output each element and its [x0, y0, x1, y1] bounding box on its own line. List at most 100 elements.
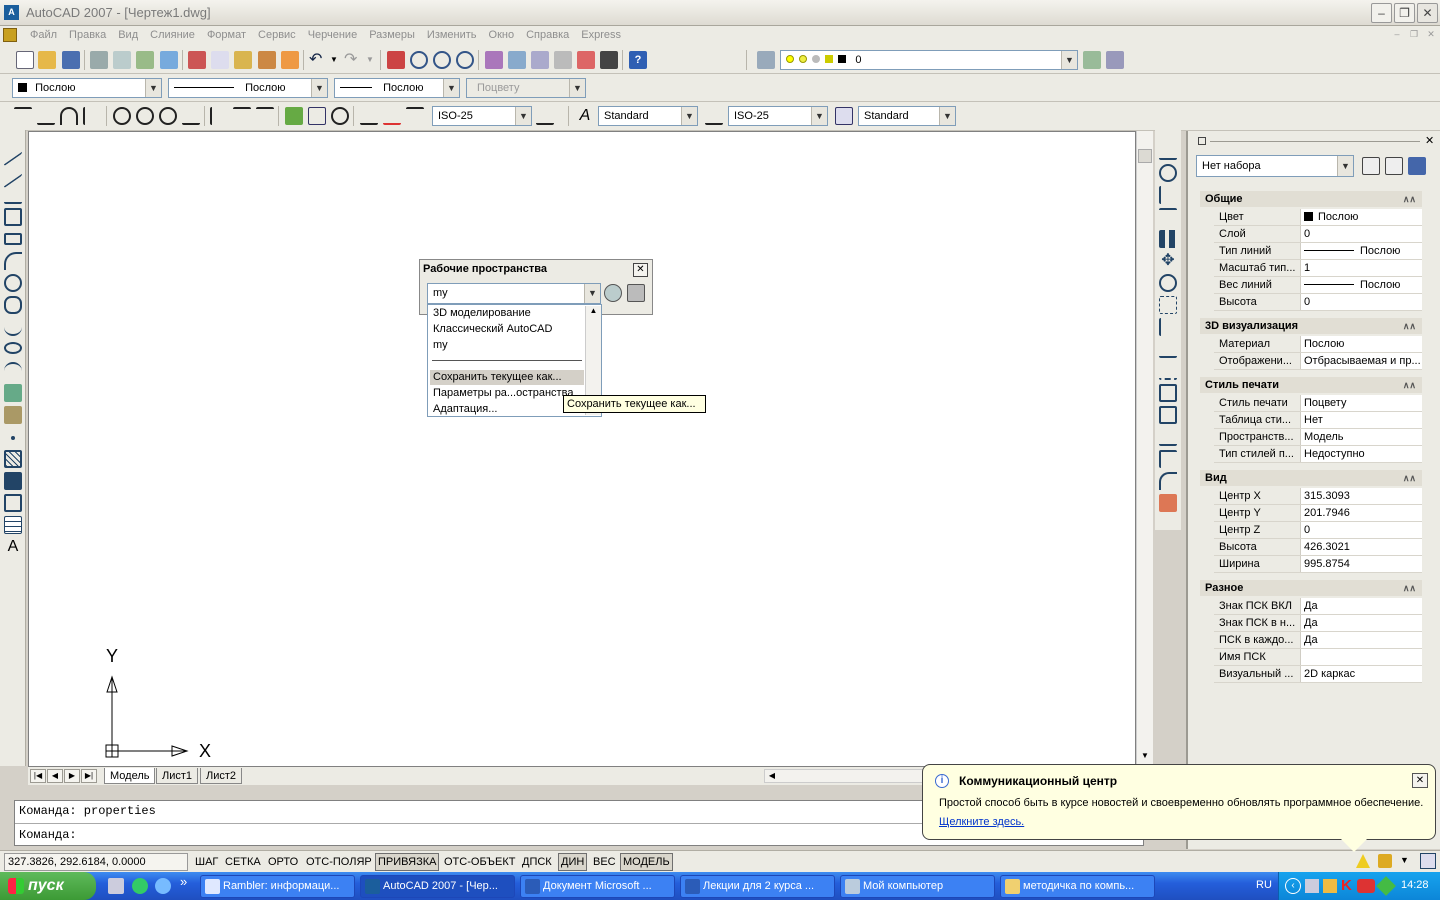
- extend-icon[interactable]: [1159, 362, 1177, 380]
- menu-draw[interactable]: Черчение: [302, 29, 364, 41]
- property-value[interactable]: Да: [1300, 632, 1422, 648]
- my-workspace-icon[interactable]: [627, 284, 645, 302]
- property-row[interactable]: Цвет Послою: [1214, 209, 1422, 226]
- property-row[interactable]: Знак ПСК в н... Да: [1214, 615, 1422, 632]
- quicklaunch-icon[interactable]: [132, 878, 148, 894]
- angular-dim-icon[interactable]: [182, 107, 200, 125]
- dimedit-icon[interactable]: [360, 107, 378, 125]
- insert-block-icon[interactable]: [4, 384, 22, 402]
- 3d-dwf-icon[interactable]: [160, 51, 178, 69]
- tab-model[interactable]: Модель: [104, 768, 156, 784]
- collapse-icon[interactable]: ∧∧: [1403, 580, 1416, 596]
- mirror-icon[interactable]: [1159, 186, 1177, 204]
- section-header[interactable]: Вид ∧∧: [1200, 470, 1422, 486]
- collapse-icon[interactable]: ∧∧: [1403, 470, 1416, 486]
- task-word-document[interactable]: Документ Microsoft ...: [520, 875, 675, 898]
- scroll-down-icon[interactable]: ▼: [1138, 751, 1152, 765]
- property-row[interactable]: Визуальный ... 2D каркас: [1214, 666, 1422, 683]
- trim-icon[interactable]: [1159, 340, 1177, 358]
- linear-dim-icon[interactable]: [14, 107, 32, 125]
- property-row[interactable]: Стиль печати Поцвету: [1214, 395, 1422, 412]
- dyn-toggle[interactable]: ДИН: [558, 853, 588, 871]
- save-icon[interactable]: [62, 51, 80, 69]
- gradient-icon[interactable]: [4, 472, 22, 490]
- property-value[interactable]: Отбрасываемая и пр...: [1300, 353, 1422, 369]
- property-value[interactable]: 426.3021: [1300, 539, 1422, 555]
- vertical-scrollbar[interactable]: ▼: [1136, 131, 1153, 767]
- menu-format[interactable]: Формат: [201, 29, 252, 41]
- chevron-down-icon[interactable]: ▼: [1061, 51, 1077, 69]
- layer-combo[interactable]: 0 ▼: [780, 50, 1078, 70]
- ordinate-dim-icon[interactable]: [83, 107, 101, 125]
- aligned-dim-icon[interactable]: [37, 107, 55, 125]
- toggle-pickadd-icon[interactable]: [1362, 157, 1380, 175]
- make-block-icon[interactable]: [4, 406, 22, 424]
- revision-cloud-icon[interactable]: [4, 296, 22, 314]
- selection-combo[interactable]: Нет набора ▼: [1196, 155, 1354, 177]
- minimize-button[interactable]: –: [1371, 3, 1392, 23]
- undo-icon[interactable]: ↶: [309, 51, 327, 69]
- polar-toggle[interactable]: ОТС-ПОЛЯР: [303, 853, 375, 871]
- property-value[interactable]: Послою: [1300, 209, 1422, 225]
- pan-icon[interactable]: [387, 51, 405, 69]
- design-center-icon[interactable]: [508, 51, 526, 69]
- redo-icon[interactable]: ↷: [344, 51, 362, 69]
- property-row[interactable]: Вес линий Послою: [1214, 277, 1422, 294]
- textstyle-combo[interactable]: Standard ▼: [598, 106, 698, 126]
- layer-manager-icon[interactable]: [757, 51, 775, 69]
- join-icon[interactable]: [1159, 428, 1177, 446]
- property-value[interactable]: Послою: [1300, 243, 1422, 259]
- ie-icon[interactable]: [155, 878, 171, 894]
- collapse-icon[interactable]: ∧∧: [1403, 318, 1416, 334]
- chevron-down-icon[interactable]: ▼: [145, 79, 161, 97]
- list-item[interactable]: 3D моделирование: [433, 306, 585, 321]
- offset-icon[interactable]: [1159, 208, 1177, 226]
- property-value[interactable]: Да: [1300, 598, 1422, 614]
- grid-toggle[interactable]: СЕТКА: [222, 853, 264, 871]
- lineweight-combo[interactable]: Послою ▼: [334, 78, 460, 98]
- dim-style-icon[interactable]: [705, 107, 723, 125]
- model-toggle[interactable]: МОДЕЛЬ: [620, 853, 673, 871]
- autocad-app-icon[interactable]: A: [4, 5, 19, 20]
- chevron-down-icon[interactable]: ▼: [443, 79, 459, 97]
- match-properties-icon[interactable]: [258, 51, 276, 69]
- tablestyle-combo[interactable]: Standard ▼: [858, 106, 956, 126]
- property-row[interactable]: ПСК в каждо... Да: [1214, 632, 1422, 649]
- quick-leader-icon[interactable]: [285, 107, 303, 125]
- plot-preview-icon[interactable]: [113, 51, 131, 69]
- continue-dim-icon[interactable]: [256, 107, 274, 125]
- menu-file[interactable]: Файл: [24, 29, 63, 41]
- task-lectures[interactable]: Лекции для 2 курса ...: [680, 875, 835, 898]
- snap-toggle[interactable]: ШАГ: [192, 853, 221, 871]
- property-row[interactable]: Центр Y 201.7946: [1214, 505, 1422, 522]
- rotate-icon[interactable]: [1159, 274, 1177, 292]
- document-icon[interactable]: [3, 28, 17, 42]
- palette-autohide-icon[interactable]: [1198, 137, 1206, 145]
- menu-merge[interactable]: Слияние: [144, 29, 201, 41]
- property-row[interactable]: Слой 0: [1214, 226, 1422, 243]
- lock-icon[interactable]: [1378, 854, 1392, 868]
- prev-tab-icon[interactable]: ◀: [47, 769, 63, 783]
- polygon-icon[interactable]: [4, 208, 22, 226]
- doc-restore-button[interactable]: ❐: [1407, 29, 1421, 42]
- adobe-icon[interactable]: [1357, 879, 1375, 893]
- point-icon[interactable]: [11, 436, 15, 440]
- quick-select-icon[interactable]: [1408, 157, 1426, 175]
- region-icon[interactable]: [4, 494, 22, 512]
- property-row[interactable]: Масштаб тип... 1: [1214, 260, 1422, 277]
- menu-help[interactable]: Справка: [520, 29, 575, 41]
- paste-icon[interactable]: [234, 51, 252, 69]
- first-tab-icon[interactable]: |◀: [30, 769, 46, 783]
- section-header[interactable]: 3D визуализация ∧∧: [1200, 318, 1422, 334]
- arc-icon[interactable]: [4, 252, 22, 270]
- zoom-previous-icon[interactable]: [456, 51, 474, 69]
- tool-palettes-icon[interactable]: [531, 51, 549, 69]
- collapse-icon[interactable]: ∧∧: [1403, 191, 1416, 207]
- property-row[interactable]: Пространств... Модель: [1214, 429, 1422, 446]
- property-row[interactable]: Знак ПСК ВКЛ Да: [1214, 598, 1422, 615]
- status-menu-icon[interactable]: ▼: [1400, 855, 1409, 865]
- tab-layout2[interactable]: Лист2: [200, 768, 243, 784]
- list-item[interactable]: Классический AutoCAD: [433, 322, 585, 337]
- printer-icon[interactable]: [1305, 879, 1319, 893]
- menu-dimension[interactable]: Размеры: [363, 29, 421, 41]
